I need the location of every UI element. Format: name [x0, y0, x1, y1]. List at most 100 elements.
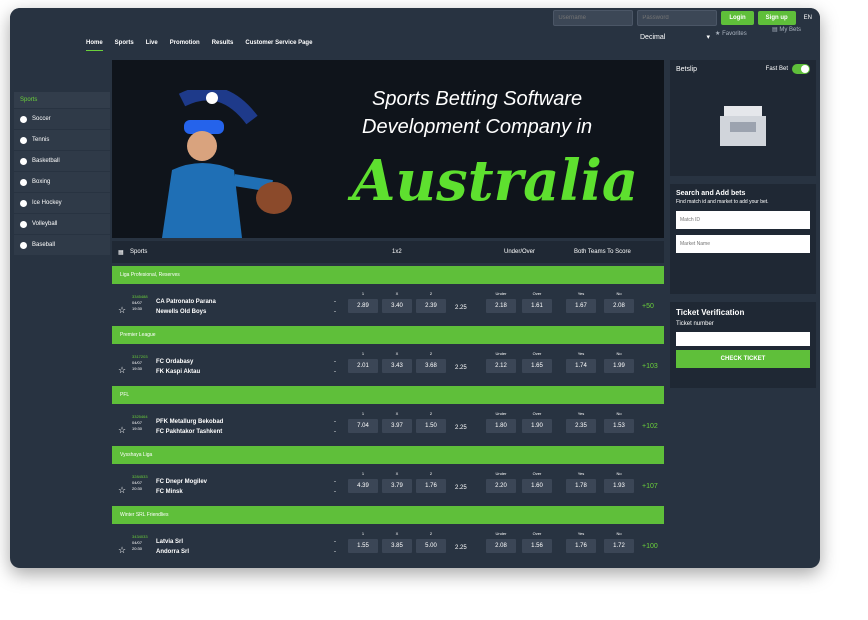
baseball-player-image [162, 90, 292, 238]
team-home: CA Patronato Parana [156, 299, 216, 305]
nav-home[interactable]: Home [86, 40, 103, 51]
more-markets-link[interactable]: +103 [642, 363, 658, 370]
odd-2[interactable]: 2 2.39 [416, 285, 446, 313]
odd-no[interactable]: No 1.99 [604, 345, 634, 373]
promo-banner[interactable]: Sports Betting Software Development Comp… [112, 60, 664, 238]
odd-1[interactable]: 1 1.55 [348, 525, 378, 553]
odd-no[interactable]: No 1.72 [604, 525, 634, 553]
odd-no[interactable]: No 2.08 [604, 285, 634, 313]
match-date: 3325464 04/07 19:30 [132, 414, 148, 431]
odd-under[interactable]: Under 2.18 [486, 285, 516, 313]
my-bets-link[interactable]: ▤ My Bets [772, 26, 801, 33]
odd-2[interactable]: 2 3.68 [416, 345, 446, 373]
odd-yes[interactable]: Yes 1.78 [566, 465, 596, 493]
league-header[interactable]: Winter SRL Friendlies [112, 506, 664, 524]
nav-promotion[interactable]: Promotion [170, 40, 200, 51]
sidebar-item-basketball[interactable]: Basketball [14, 151, 110, 172]
odd-1[interactable]: 1 4.39 [348, 465, 378, 493]
nav-results[interactable]: Results [212, 40, 234, 51]
odd-1[interactable]: 1 7.04 [348, 405, 378, 433]
more-markets-link[interactable]: +107 [642, 483, 658, 490]
league-header[interactable]: Liga Profesional, Reserves [112, 266, 664, 284]
score-home: - [334, 299, 336, 305]
check-ticket-button[interactable]: CHECK TICKET [676, 350, 810, 368]
team-away: Andorra Srl [156, 549, 190, 555]
events-header-1x2: 1x2 [392, 249, 402, 255]
volleyball-icon [20, 220, 27, 228]
betslip-panel: Betslip Fast Bet [670, 60, 816, 176]
league-header[interactable]: Vysshaya Liga [112, 446, 664, 464]
match-date: 3284533 04/07 20:30 [132, 474, 148, 491]
search-title: Search and Add bets [676, 190, 746, 197]
odd-over[interactable]: Over 1.65 [522, 345, 552, 373]
login-button[interactable]: Login [721, 11, 754, 25]
password-input[interactable] [637, 10, 718, 26]
star-icon[interactable]: ☆ [118, 305, 126, 316]
odd-yes[interactable]: Yes 1.67 [566, 285, 596, 313]
odd-over[interactable]: Over 1.90 [522, 405, 552, 433]
sidebar-header: Sports [14, 92, 110, 109]
star-icon[interactable]: ☆ [118, 365, 126, 376]
odd-no[interactable]: No 1.93 [604, 465, 634, 493]
odd-under[interactable]: Under 1.80 [486, 405, 516, 433]
odd-1[interactable]: 1 2.89 [348, 285, 378, 313]
odd-2[interactable]: 2 1.76 [416, 465, 446, 493]
odd-under[interactable]: Under 2.12 [486, 345, 516, 373]
odd-x[interactable]: X 3.40 [382, 285, 412, 313]
total-line: 2.25 [455, 485, 467, 491]
sidebar-item-label: Boxing [32, 179, 51, 185]
odd-2[interactable]: 2 1.50 [416, 405, 446, 433]
odd-x[interactable]: X 3.85 [382, 525, 412, 553]
sidebar-item-soccer[interactable]: Soccer [14, 109, 110, 130]
more-markets-link[interactable]: +50 [642, 303, 654, 310]
betslip-title: Betslip [676, 66, 698, 73]
language-selector[interactable]: EN [804, 15, 812, 21]
nav-customer-service[interactable]: Customer Service Page [245, 40, 312, 51]
ticket-number-label: Ticket number [676, 321, 714, 327]
more-markets-link[interactable]: +100 [642, 543, 658, 550]
match-id-input[interactable] [676, 211, 810, 229]
odd-under[interactable]: Under 2.20 [486, 465, 516, 493]
sidebar-item-label: Soccer [32, 116, 51, 122]
odd-1[interactable]: 1 2.01 [348, 345, 378, 373]
match-row: ☆ 3317203 04/07 19:30 FC Ordabasy FK Kaspi… [112, 345, 664, 385]
username-input[interactable] [553, 10, 634, 26]
star-icon[interactable]: ☆ [118, 425, 126, 436]
odd-under[interactable]: Under 2.08 [486, 525, 516, 553]
odd-over[interactable]: Over 1.60 [522, 465, 552, 493]
odd-x[interactable]: X 3.79 [382, 465, 412, 493]
nav-live[interactable]: Live [146, 40, 158, 51]
odds-format-select[interactable]: Decimal ▾ [640, 30, 710, 44]
fast-bet-toggle[interactable] [792, 64, 810, 74]
odd-yes[interactable]: Yes 1.76 [566, 525, 596, 553]
odd-yes[interactable]: Yes 1.74 [566, 345, 596, 373]
sidebar-item-volleyball[interactable]: Volleyball [14, 214, 110, 235]
league-header[interactable]: Premier League [112, 326, 664, 344]
sidebar-item-tennis[interactable]: Tennis [14, 130, 110, 151]
sidebar-item-boxing[interactable]: Boxing [14, 172, 110, 193]
nav-sports[interactable]: Sports [115, 40, 134, 51]
ticket-number-input[interactable] [676, 332, 810, 346]
star-icon[interactable]: ☆ [118, 485, 126, 496]
odd-x[interactable]: X 3.97 [382, 405, 412, 433]
odds-format-value: Decimal [640, 33, 666, 41]
odd-no[interactable]: No 1.53 [604, 405, 634, 433]
favorites-link[interactable]: ★ Favorites [715, 30, 747, 37]
my-bets-label: My Bets [779, 27, 802, 33]
sidebar-item-label: Basketball [32, 158, 60, 164]
more-markets-link[interactable]: +102 [642, 423, 658, 430]
sidebar-item-ice-hockey[interactable]: Ice Hockey [14, 193, 110, 214]
team-away: FK Kaspi Aktau [156, 369, 201, 375]
odd-x[interactable]: X 3.43 [382, 345, 412, 373]
sidebar-item-baseball[interactable]: Baseball [14, 235, 110, 256]
league-header[interactable]: PFL [112, 386, 664, 404]
odd-2[interactable]: 2 5.00 [416, 525, 446, 553]
odd-over[interactable]: Over 1.61 [522, 285, 552, 313]
odd-yes[interactable]: Yes 2.35 [566, 405, 596, 433]
odd-over[interactable]: Over 1.56 [522, 525, 552, 553]
market-name-input[interactable] [676, 235, 810, 253]
signup-button[interactable]: Sign up [757, 11, 796, 25]
match-date: 3317203 04/07 19:30 [132, 354, 148, 371]
team-home: FC Ordabasy [156, 359, 194, 365]
star-icon[interactable]: ☆ [118, 545, 126, 556]
